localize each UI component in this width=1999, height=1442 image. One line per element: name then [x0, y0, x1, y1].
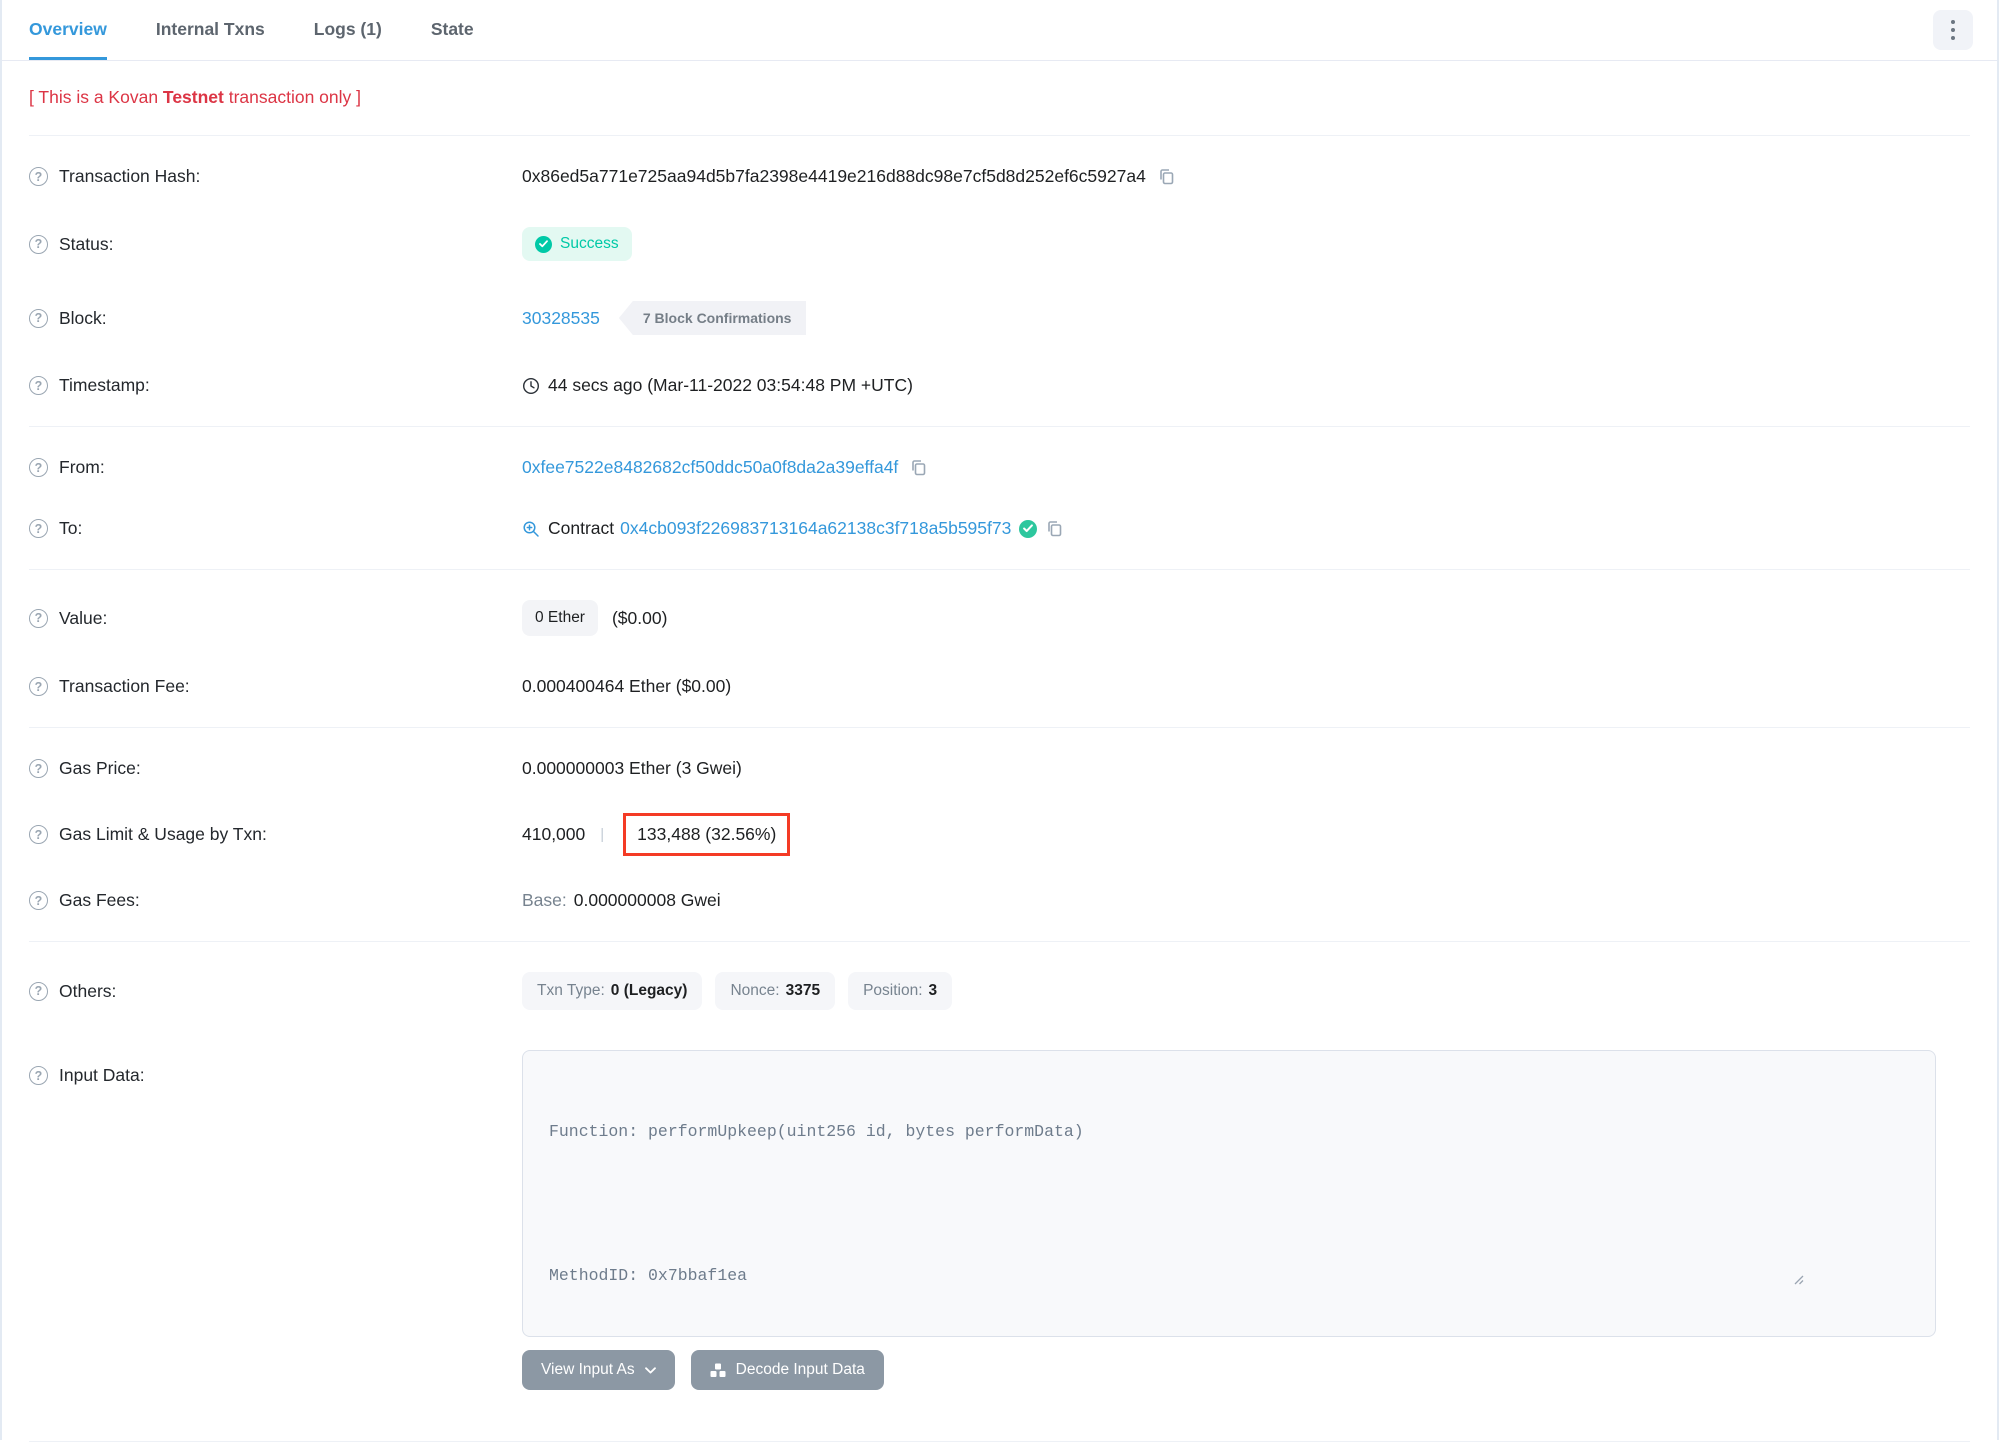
help-icon[interactable]: ? [29, 308, 48, 328]
block-confirmations-badge: 7 Block Confirmations [618, 301, 807, 335]
timestamp-label: Timestamp: [59, 375, 150, 395]
group-from-to: ? From: 0xfee7522e8482682cf50ddc50a0f8da… [29, 427, 1970, 570]
from-label: From: [59, 457, 105, 477]
resize-grip-icon[interactable] [1792, 1225, 1931, 1333]
help-icon[interactable]: ? [29, 891, 48, 910]
help-icon[interactable]: ? [29, 167, 48, 186]
verified-contract-icon [1019, 519, 1038, 538]
tab-logs[interactable]: Logs (1) [314, 0, 382, 60]
magnifier-plus-icon [522, 520, 540, 538]
tabs: Overview Internal Txns Logs (1) State [29, 0, 474, 60]
others-label: Others: [59, 980, 117, 1001]
group-gas: ? Gas Price: 0.000000003 Ether (3 Gwei) … [29, 728, 1970, 942]
tab-overview[interactable]: Overview [29, 0, 107, 60]
tab-state[interactable]: State [431, 0, 474, 60]
more-options-button[interactable] [1933, 10, 1973, 50]
value-usd: ($0.00) [611, 607, 668, 628]
input-methodid-line: MethodID: 0x7bbaf1ea [549, 1266, 748, 1285]
tab-bar: Overview Internal Txns Logs (1) State [2, 0, 1997, 61]
gas-usage-annotation-box: 133,488 (32.56%) [623, 813, 791, 856]
to-label: To: [59, 518, 83, 538]
row-gas-limit-usage: ? Gas Limit & Usage by Txn: 410,000 | 13… [29, 799, 1970, 870]
value-amount-badge: 0 Ether [522, 600, 598, 636]
copy-icon[interactable] [1045, 519, 1064, 538]
from-address-link[interactable]: 0xfee7522e8482682cf50ddc50a0f8da2a39effa… [522, 457, 898, 478]
row-timestamp: ? Timestamp: 44 secs ago (Mar-11-2022 03… [29, 355, 1970, 416]
nonce-badge: Nonce: 3375 [715, 972, 836, 1010]
timestamp-value: 44 secs ago (Mar-11-2022 03:54:48 PM +UT… [548, 375, 913, 395]
help-icon[interactable]: ? [29, 234, 48, 254]
txn-type-badge: Txn Type: 0 (Legacy) [522, 972, 703, 1010]
status-label: Status: [59, 233, 114, 254]
kebab-icon [1950, 19, 1956, 25]
transaction-hash-label: Transaction Hash: [59, 166, 201, 186]
gas-fees-base-value: 0.000000008 Gwei [573, 890, 721, 910]
view-input-as-button[interactable]: View Input As [522, 1350, 675, 1390]
gas-separator: | [600, 826, 605, 843]
transaction-detail-card: Overview Internal Txns Logs (1) State [ … [0, 0, 1999, 1442]
row-others: ? Others: Txn Type: 0 (Legacy) Nonce: 33… [29, 952, 1970, 1030]
row-from: ? From: 0xfee7522e8482682cf50ddc50a0f8da… [29, 437, 1970, 498]
gas-price-label: Gas Price: [59, 758, 141, 778]
to-address-link[interactable]: 0x4cb093f226983713164a62138c3f718a5b595f… [620, 518, 1011, 539]
block-label: Block: [59, 307, 107, 328]
copy-icon[interactable] [909, 458, 928, 477]
input-data-textarea[interactable]: Function: performUpkeep(uint256 id, byte… [522, 1050, 1936, 1337]
gas-price-value: 0.000000003 Ether (3 Gwei) [522, 758, 742, 778]
help-icon[interactable]: ? [29, 519, 48, 538]
row-input-data: ? Input Data: Function: performUpkeep(ui… [29, 1030, 1970, 1410]
help-icon[interactable]: ? [29, 1066, 48, 1085]
copy-icon[interactable] [1157, 167, 1176, 186]
group-overview-top: ? Transaction Hash: 0x86ed5a771e725aa94d… [29, 136, 1970, 427]
gas-fees-label: Gas Fees: [59, 890, 140, 910]
position-badge: Position: 3 [848, 972, 953, 1010]
row-transaction-hash: ? Transaction Hash: 0x86ed5a771e725aa94d… [29, 146, 1970, 207]
gas-fees-base-label: Base: [522, 890, 567, 910]
row-gas-fees: ? Gas Fees: Base: 0.000000008 Gwei [29, 870, 1970, 931]
transaction-fee-value: 0.000400464 Ether ($0.00) [522, 676, 732, 696]
to-contract-word: Contract [548, 518, 615, 538]
row-gas-price: ? Gas Price: 0.000000003 Ether (3 Gwei) [29, 738, 1970, 799]
row-to: ? To: Contract 0x4cb093f226983713164a621… [29, 498, 1970, 559]
chevron-down-icon [644, 1366, 656, 1374]
row-block: ? Block: 30328535 7 Block Confirmations [29, 281, 1970, 355]
check-circle-icon [535, 235, 552, 253]
help-icon[interactable]: ? [29, 458, 48, 477]
help-icon[interactable]: ? [29, 981, 48, 1001]
input-function-line: Function: performUpkeep(uint256 id, byte… [549, 1122, 1084, 1141]
help-icon[interactable]: ? [29, 677, 48, 696]
gas-limit-usage-label: Gas Limit & Usage by Txn: [59, 824, 267, 844]
help-icon[interactable]: ? [29, 376, 48, 395]
cubes-icon [710, 1363, 726, 1378]
group-others-input: ? Others: Txn Type: 0 (Legacy) Nonce: 33… [29, 942, 1970, 1420]
tab-internal-txns[interactable]: Internal Txns [156, 0, 265, 60]
row-transaction-fee: ? Transaction Fee: 0.000400464 Ether ($0… [29, 656, 1970, 717]
status-badge: Success [522, 227, 632, 261]
testnet-warning: [ This is a Kovan Testnet transaction on… [29, 87, 362, 107]
row-value: ? Value: 0 Ether ($0.00) [29, 580, 1970, 656]
group-value-fee: ? Value: 0 Ether ($0.00) ? Transaction F… [29, 570, 1970, 728]
row-status: ? Status: Success [29, 207, 1970, 281]
help-icon[interactable]: ? [29, 608, 48, 628]
help-icon[interactable]: ? [29, 759, 48, 778]
block-number-link[interactable]: 30328535 [522, 308, 600, 329]
clock-icon [522, 377, 540, 395]
gas-limit-value: 410,000 [522, 824, 586, 844]
transaction-fee-label: Transaction Fee: [59, 676, 190, 696]
input-data-label: Input Data: [59, 1065, 145, 1085]
transaction-hash-value: 0x86ed5a771e725aa94d5b7fa2398e4419e216d8… [522, 166, 1146, 186]
decode-input-data-button[interactable]: Decode Input Data [690, 1350, 884, 1390]
value-label: Value: [59, 607, 108, 628]
input-param-line: [0]:000000000000000000000000000000000000… [549, 1336, 1909, 1337]
help-icon[interactable]: ? [29, 825, 48, 844]
